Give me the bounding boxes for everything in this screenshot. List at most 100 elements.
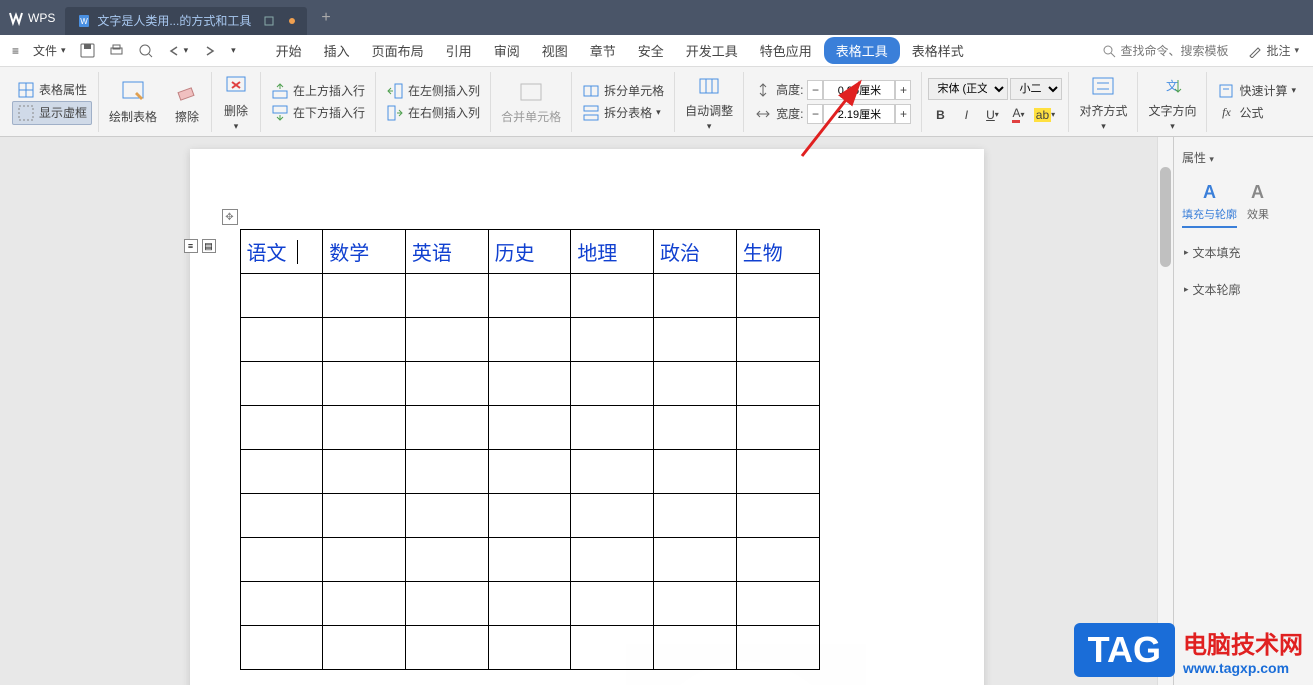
table-row[interactable]: [240, 538, 819, 582]
font-color-button[interactable]: A▾: [1006, 104, 1030, 126]
section-text-outline[interactable]: ▸文本轮廓: [1182, 271, 1305, 308]
show-virtual-button[interactable]: 显示虚框: [12, 101, 92, 125]
tab-security[interactable]: 安全: [628, 35, 674, 66]
fast-calc-button[interactable]: 快速计算▾: [1213, 80, 1300, 102]
more-icon[interactable]: ▾: [225, 41, 242, 60]
table-header-row[interactable]: 语文 数学 英语 历史 地理 政治 生物: [240, 230, 819, 274]
table-row[interactable]: [240, 274, 819, 318]
table-row[interactable]: [240, 406, 819, 450]
merge-cells-button[interactable]: 合并单元格: [497, 76, 565, 127]
prop-tab-effect[interactable]: A 效果: [1247, 180, 1269, 228]
erase-button[interactable]: 擦除: [169, 76, 205, 127]
tag-watermark: TAG 电脑技术网 www.tagxp.com: [1074, 623, 1303, 677]
effect-A-icon: A: [1247, 180, 1269, 202]
tab-view[interactable]: 视图: [532, 35, 578, 66]
annotate-button[interactable]: 批注▾: [1240, 38, 1307, 63]
tab-menu-icon[interactable]: [263, 15, 275, 27]
underline-button[interactable]: U▾: [980, 104, 1004, 126]
tab-start[interactable]: 开始: [266, 35, 312, 66]
col-width[interactable]: 宽度: −+: [750, 102, 915, 126]
section-text-fill[interactable]: ▸文本填充: [1182, 234, 1305, 271]
tab-page-layout[interactable]: 页面布局: [362, 35, 434, 66]
table-props-button[interactable]: 表格属性: [13, 79, 91, 101]
tab-section[interactable]: 章节: [580, 35, 626, 66]
document-tab[interactable]: W 文字是人类用...的方式和工具: [65, 7, 307, 35]
auto-fit-button[interactable]: 自动调整▾: [681, 70, 737, 134]
table-move-handle[interactable]: [222, 209, 238, 225]
new-tab-button[interactable]: +: [321, 9, 330, 27]
extra-icon-1[interactable]: [1308, 80, 1313, 102]
split-cells-button[interactable]: 拆分单元格: [578, 80, 668, 102]
redo-icon[interactable]: [196, 39, 223, 62]
tab-review[interactable]: 审阅: [484, 35, 530, 66]
insert-above-button[interactable]: 在上方插入行: [267, 80, 369, 102]
bold-button[interactable]: B: [928, 104, 952, 126]
height-icon: [754, 81, 772, 99]
table-row[interactable]: [240, 494, 819, 538]
delete-button[interactable]: 删除▾: [218, 70, 254, 134]
height-plus[interactable]: +: [895, 80, 911, 100]
hamburger-icon[interactable]: ≡: [6, 40, 25, 62]
insert-col-right-icon: [386, 104, 404, 122]
properties-panel: 属性 ▾ A 填充与轮廓 A 效果 ▸文本填充 ▸文本轮廓: [1173, 137, 1313, 685]
header-cell[interactable]: 地理: [571, 230, 654, 274]
width-plus[interactable]: +: [895, 104, 911, 124]
insert-right-button[interactable]: 在右侧插入列: [382, 102, 484, 124]
print-icon[interactable]: [103, 39, 130, 62]
table-row[interactable]: [240, 318, 819, 362]
align-button[interactable]: 对齐方式▾: [1075, 70, 1131, 134]
header-cell[interactable]: 生物: [736, 230, 819, 274]
preview-icon[interactable]: [132, 39, 159, 62]
wps-logo-icon: [8, 10, 24, 26]
scroll-thumb[interactable]: [1160, 167, 1171, 267]
width-minus[interactable]: −: [807, 104, 823, 124]
tab-dev-tools[interactable]: 开发工具: [676, 35, 748, 66]
undo-icon[interactable]: ▾: [161, 39, 195, 62]
header-cell[interactable]: 英语: [405, 230, 488, 274]
document-scroll[interactable]: 改 ≡▤ 语文 数学 英语 历史 地理 政治 生物: [0, 137, 1173, 685]
tab-table-style[interactable]: 表格样式: [902, 35, 974, 66]
tab-special[interactable]: 特色应用: [750, 35, 822, 66]
row-height[interactable]: 高度: −+: [750, 78, 915, 102]
svg-text:A: A: [1203, 182, 1216, 202]
file-menu[interactable]: 文件▾: [27, 38, 72, 63]
draw-table-button[interactable]: 绘制表格: [105, 76, 161, 127]
table-row[interactable]: [240, 582, 819, 626]
text-dir-button[interactable]: 文文字方向▾: [1144, 70, 1200, 134]
insert-below-button[interactable]: 在下方插入行: [267, 102, 369, 124]
font-size-select[interactable]: 小二: [1010, 78, 1062, 100]
prop-tab-fill[interactable]: A 填充与轮廓: [1182, 180, 1237, 228]
header-cell[interactable]: 数学: [323, 230, 406, 274]
app-logo: WPS: [8, 10, 55, 26]
extra-icon-2[interactable]: [1308, 102, 1313, 124]
side-handles[interactable]: ≡▤: [184, 239, 216, 253]
save-icon[interactable]: [74, 39, 101, 62]
align-icon: [1089, 72, 1117, 100]
vertical-scrollbar[interactable]: [1157, 137, 1173, 685]
doc-title: 文字是人类用...的方式和工具: [97, 12, 251, 29]
highlight-button[interactable]: ab▾: [1032, 104, 1056, 126]
doc-table[interactable]: 语文 数学 英语 历史 地理 政治 生物: [240, 229, 820, 670]
formula-button[interactable]: fx公式: [1213, 102, 1300, 124]
tab-table-tools[interactable]: 表格工具: [824, 37, 900, 64]
tab-reference[interactable]: 引用: [436, 35, 482, 66]
header-cell[interactable]: 政治: [654, 230, 737, 274]
header-cell[interactable]: 历史: [488, 230, 571, 274]
insert-left-button[interactable]: 在左侧插入列: [382, 80, 484, 102]
split-table-button[interactable]: 拆分表格▾: [578, 102, 668, 124]
font-name-select[interactable]: 宋体 (正文): [928, 78, 1008, 100]
tab-insert[interactable]: 插入: [314, 35, 360, 66]
width-input[interactable]: [823, 104, 895, 124]
height-input[interactable]: [823, 80, 895, 100]
menu-bar: ≡ 文件▾ ▾ ▾ 开始 插入 页面布局 引用 审阅 视图 章节 安全 开发工具…: [0, 35, 1313, 67]
height-minus[interactable]: −: [807, 80, 823, 100]
command-search[interactable]: 查找命令、搜索模板: [1102, 42, 1228, 59]
table-row[interactable]: [240, 626, 819, 670]
width-icon: [754, 105, 772, 123]
header-cell[interactable]: 语文: [240, 230, 323, 274]
italic-button[interactable]: I: [954, 104, 978, 126]
table-row[interactable]: [240, 362, 819, 406]
prop-title: 属性 ▾: [1182, 145, 1305, 170]
title-bar: WPS W 文字是人类用...的方式和工具 +: [0, 0, 1313, 35]
table-row[interactable]: [240, 450, 819, 494]
